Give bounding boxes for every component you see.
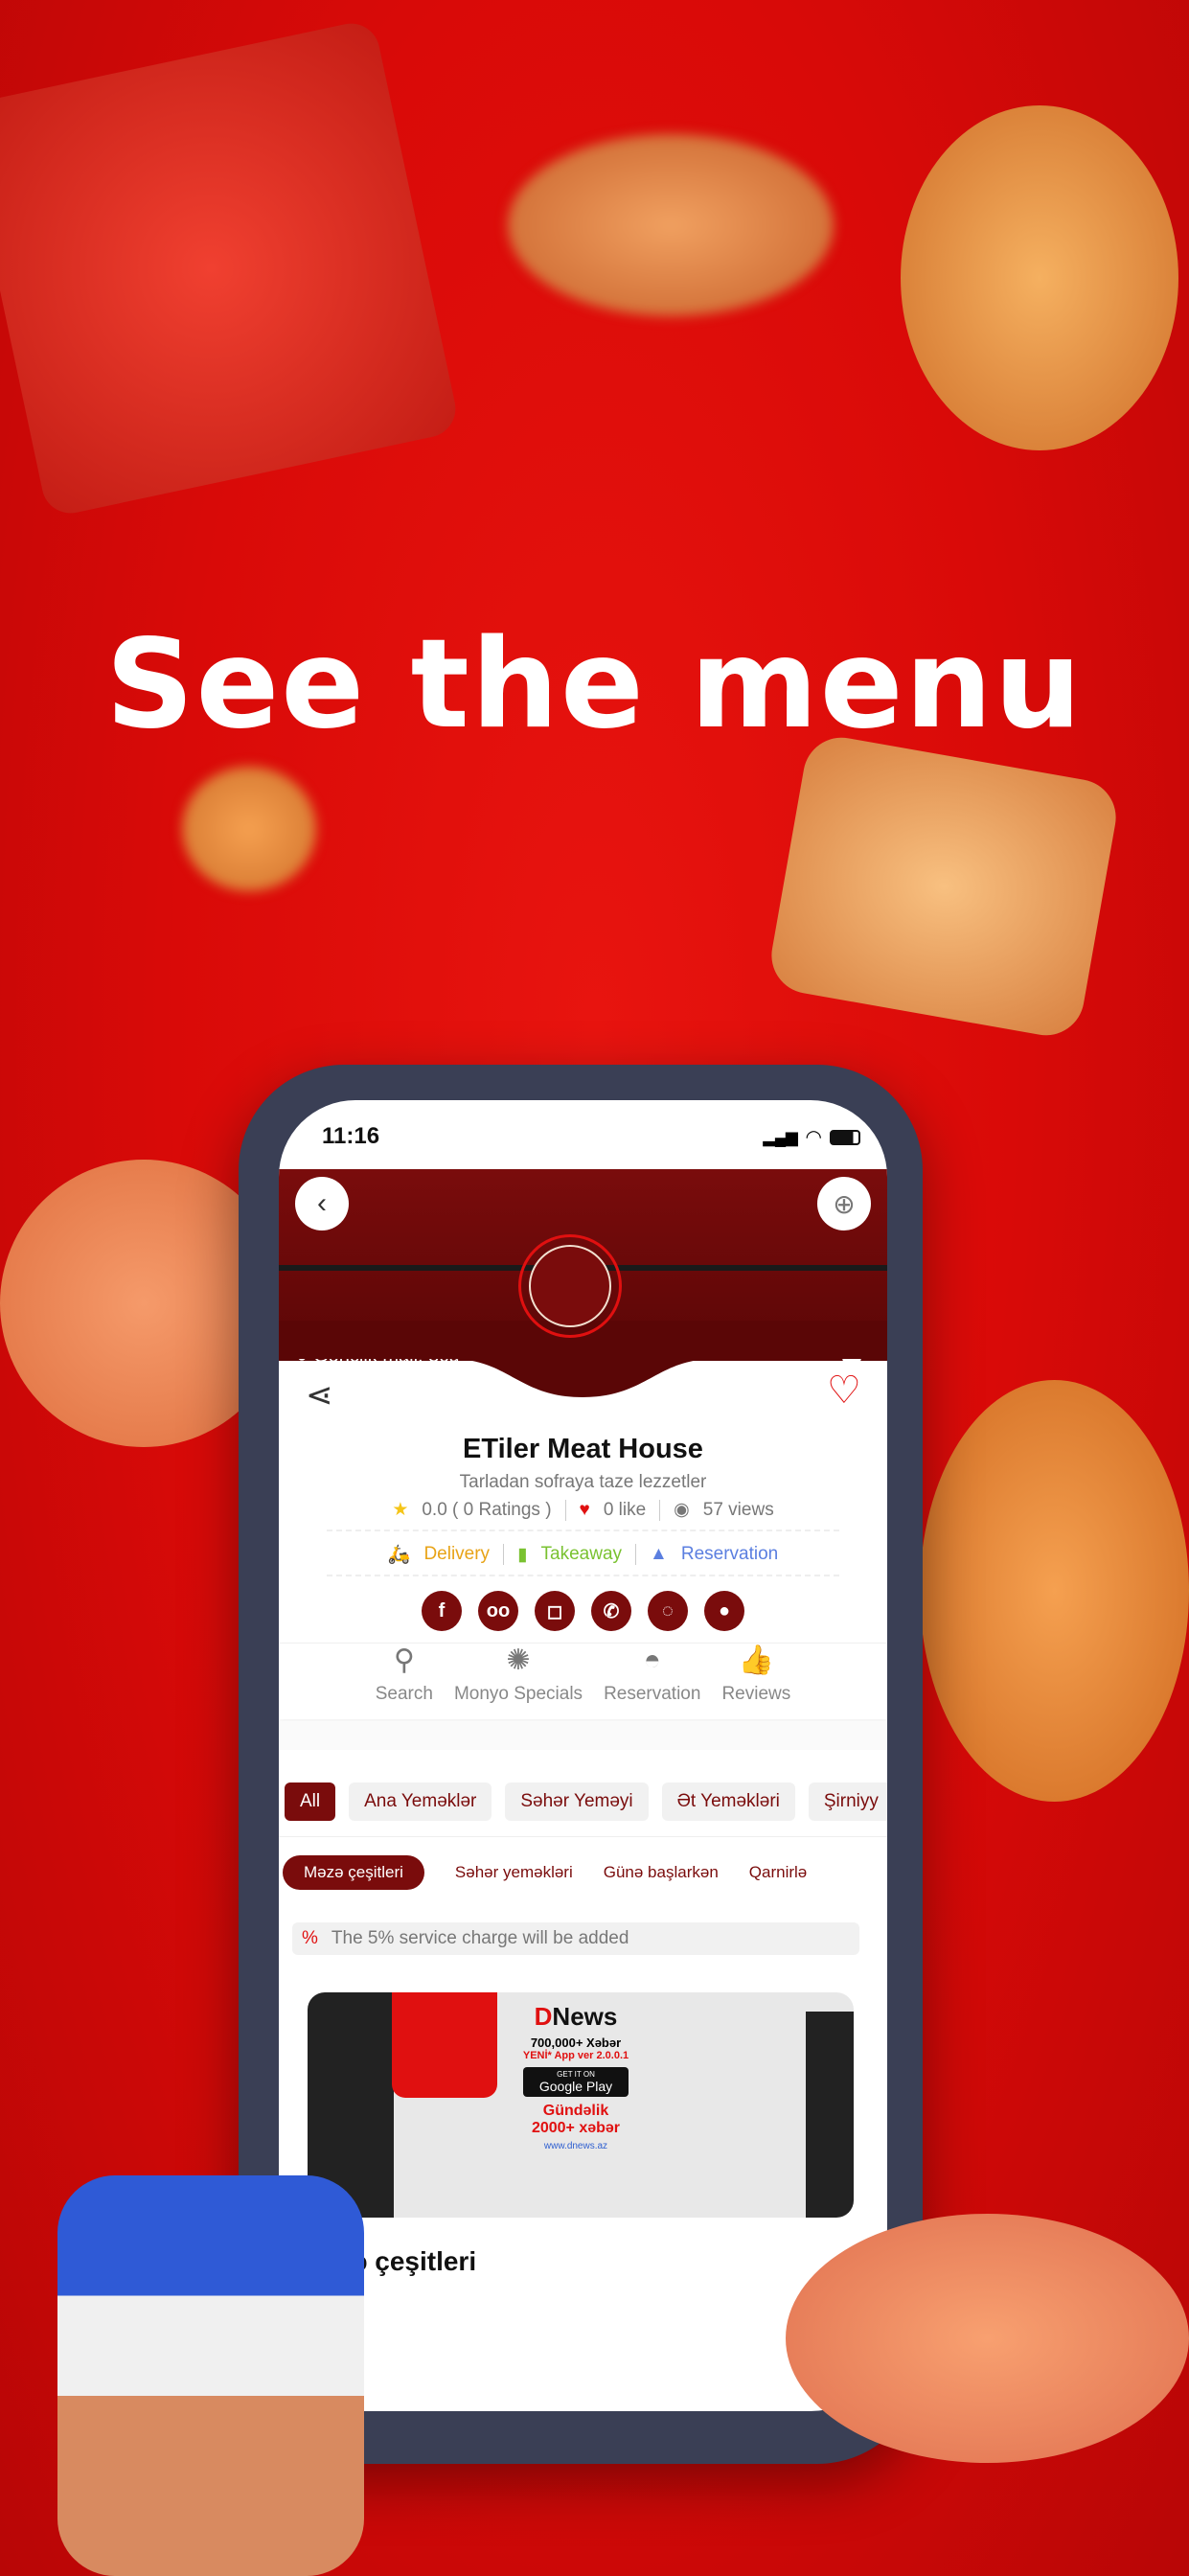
pie-image: [786, 2214, 1189, 2463]
headline: See the menu: [105, 613, 1084, 756]
chevron-left-icon: ‹: [317, 1187, 327, 1219]
service-takeaway[interactable]: Takeaway: [541, 1544, 623, 1565]
nav-reservation[interactable]: ◓ Reservation: [604, 1644, 700, 1719]
burger-image: [901, 105, 1178, 450]
google-play-badge: GET IT ON Google Play: [523, 2067, 629, 2097]
category-all[interactable]: All: [285, 1782, 336, 1821]
category-tab[interactable]: Ana Yeməklər: [349, 1782, 492, 1821]
location-icon[interactable]: ●: [704, 1591, 744, 1631]
eye-icon: ◉: [674, 1500, 690, 1520]
pretzel-image: [182, 767, 316, 891]
subcategory-tab[interactable]: Səhər yeməkləri: [455, 1863, 573, 1882]
service-reservation[interactable]: Reservation: [681, 1544, 778, 1565]
restaurant-tagline: Tarladan sofraya taze lezzetler: [459, 1472, 707, 1492]
battery-icon: [830, 1129, 860, 1145]
ad-brand: DNews: [534, 2002, 618, 2031]
phone-screen: 11:16 ▂▄▆ ◠ ‹ ⊕ ●Gənclik mall, 3cü - ⋖ ♡…: [279, 1100, 887, 2411]
badge-like-icon: ✺: [506, 1644, 531, 1676]
share-icon[interactable]: ⋖: [306, 1376, 333, 1414]
phone-icon[interactable]: ✆: [591, 1591, 631, 1631]
services-row: 🛵 Delivery ▮ Takeaway ▲ Reservation: [327, 1543, 839, 1566]
restaurant-logo: [518, 1234, 622, 1338]
percent-coin-icon: %: [302, 1928, 318, 1948]
noodle-box-image: [0, 18, 461, 518]
status-time: 11:16: [322, 1123, 380, 1149]
social-links: f oo ◻ ✆ ◌ ●: [279, 1591, 887, 1631]
category-tab[interactable]: Şirniyy: [808, 1782, 887, 1821]
subcategory-tab-active[interactable]: Məzə çeşitleri: [283, 1855, 424, 1890]
service-charge-notice: % The 5% service charge will be added: [292, 1922, 859, 1955]
reservation-icon: ▲: [650, 1544, 668, 1564]
takeaway-icon: ▮: [517, 1544, 528, 1565]
cloche-icon: ◓: [643, 1644, 661, 1676]
nav-search[interactable]: ⚲ Search: [376, 1644, 433, 1719]
action-nav: ⚲ Search ✺ Monyo Specials ◓ Reservation 👍 Re…: [279, 1643, 887, 1719]
coffee-cup-image: [57, 2175, 364, 2576]
back-button[interactable]: ‹: [295, 1177, 349, 1230]
search-icon: ⚲: [393, 1644, 415, 1676]
category-tabs: All Ana Yeməklər Səhər Yeməyi Ət Yeməklə…: [285, 1782, 887, 1821]
promo-banner[interactable]: DNews 700,000+ Xəbər YENİ* App ver 2.0.0…: [308, 1992, 854, 2218]
sandwich-image: [766, 731, 1122, 1042]
signal-icon: ▂▄▆: [763, 1129, 798, 1146]
language-button[interactable]: ⊕: [817, 1177, 871, 1230]
restaurant-name: ETiler Meat House: [463, 1434, 703, 1464]
subcategory-tabs: Məzə çeşitleri Səhər yeməkləri Günə başl…: [283, 1855, 807, 1890]
hotdog-image: [508, 134, 834, 316]
wifi-icon: ◠: [805, 1127, 822, 1148]
nav-reviews[interactable]: 👍 Reviews: [721, 1644, 790, 1719]
delivery-icon: 🛵: [387, 1545, 411, 1565]
globe-icon: ⊕: [833, 1188, 856, 1219]
status-icons: ▂▄▆ ◠: [764, 1125, 860, 1149]
instagram-icon[interactable]: ◻: [535, 1591, 575, 1631]
stats-row: ★ 0.0 ( 0 Ratings ) ♥ 0 like ◉ 57 views: [392, 1499, 774, 1521]
heart-icon[interactable]: ♡: [827, 1368, 861, 1413]
star-icon: ★: [392, 1500, 409, 1520]
thumbs-up-stars-icon: 👍: [738, 1644, 775, 1676]
category-tab[interactable]: Səhər Yeməyi: [505, 1782, 649, 1821]
service-delivery[interactable]: Delivery: [423, 1544, 490, 1565]
tripadvisor-icon[interactable]: oo: [478, 1591, 518, 1631]
subcategory-tab[interactable]: Qarnirlə: [749, 1863, 807, 1882]
whatsapp-icon[interactable]: ◌: [648, 1591, 688, 1631]
subcategory-tab[interactable]: Günə başlarkən: [604, 1863, 719, 1882]
facebook-icon[interactable]: f: [422, 1591, 462, 1631]
category-tab[interactable]: Ət Yeməkləri: [661, 1782, 795, 1821]
pretzel-large-image: [920, 1380, 1189, 1802]
nav-monyo-specials[interactable]: ✺ Monyo Specials: [454, 1644, 583, 1719]
heart-filled-icon: ♥: [579, 1499, 590, 1520]
